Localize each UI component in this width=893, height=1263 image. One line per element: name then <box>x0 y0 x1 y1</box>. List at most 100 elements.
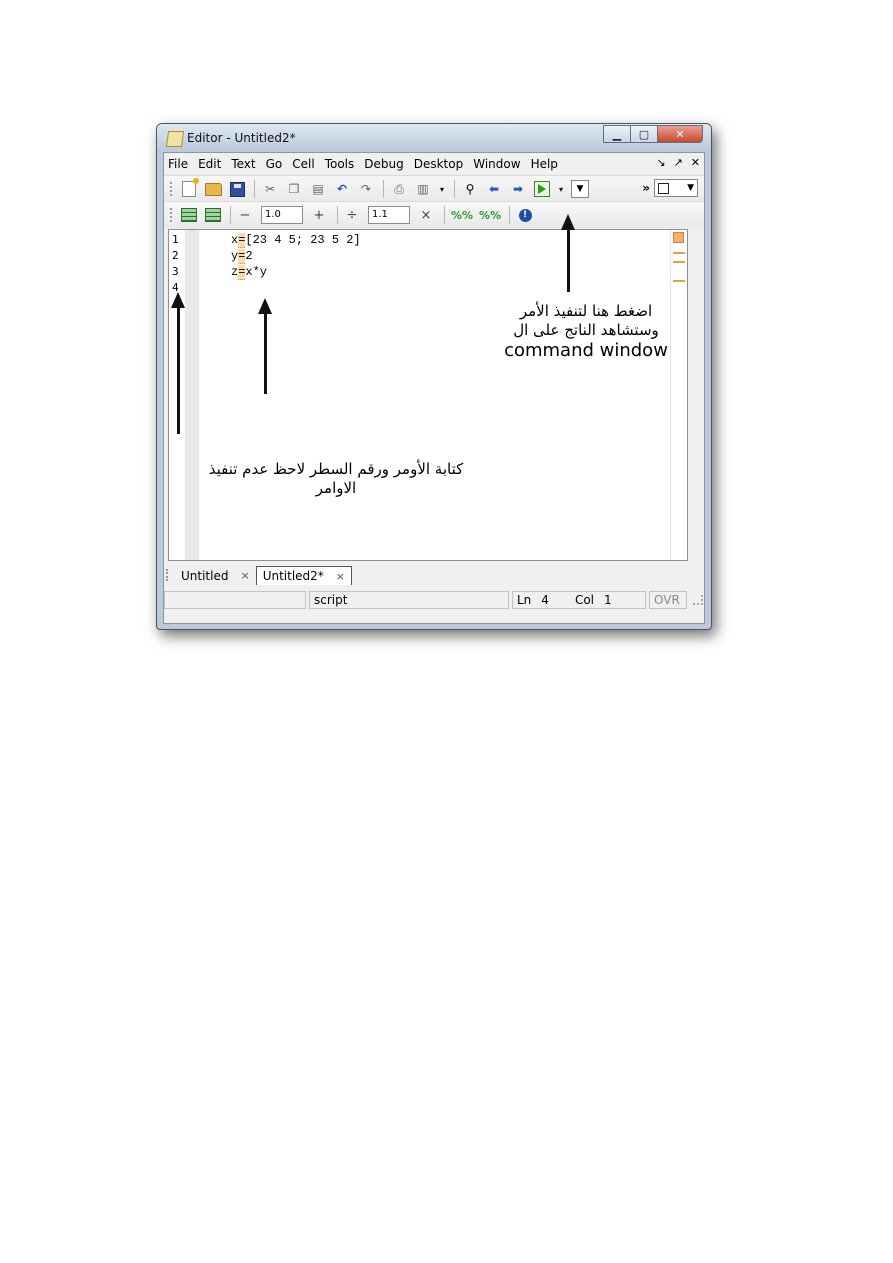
divide-button[interactable]: ÷ <box>344 208 360 223</box>
more-tools-icon[interactable]: » <box>642 181 650 195</box>
forward-icon[interactable]: ➡ <box>509 180 527 198</box>
write-note-line2: الاوامر <box>315 478 357 497</box>
decrement-button[interactable]: − <box>237 208 253 223</box>
code-line[interactable]: z=x*y <box>231 265 267 280</box>
toolbar-separator <box>454 180 455 198</box>
find-icon[interactable]: ⚲ <box>461 180 479 198</box>
run-annotation: اضغط هنا لتنفيذ الأمر وستشاهد الناتج على… <box>488 302 684 362</box>
insert-cell-icon[interactable] <box>180 206 198 224</box>
status-bar: script Ln 4 Col 1 OVR <box>164 589 704 611</box>
close-button[interactable]: ✕ <box>657 125 703 143</box>
toolbar-separator <box>337 206 338 224</box>
col-value: 1 <box>604 593 612 607</box>
col-label: Col <box>574 593 594 607</box>
toolbar-separator <box>509 206 511 224</box>
write-note-line1: كتابة الأومر ورقم السطر لاحظ عدم تنفيذ <box>208 460 464 478</box>
undo-icon[interactable]: ↶ <box>333 180 351 198</box>
arrow-to-line-numbers <box>171 292 185 434</box>
menu-desktop[interactable]: Desktop <box>414 157 464 171</box>
menu-go[interactable]: Go <box>266 157 283 171</box>
minimize-button[interactable]: ▁ <box>603 125 631 143</box>
main-toolbar: ✂ ❐ ▤ ↶ ↷ ⎙ ▥ ▾ ⚲ ⬅ ➡ ▾ ▼ » ▼ <box>164 175 704 202</box>
editor-frame: File Edit Text Go Cell Tools Debug Deskt… <box>163 152 705 624</box>
evaluate-advance-icon[interactable]: %% <box>479 209 501 222</box>
warning-marker[interactable] <box>673 252 685 254</box>
open-folder-icon[interactable] <box>204 180 222 198</box>
toolbar-separator <box>383 180 384 198</box>
arrow-to-code <box>258 298 272 394</box>
code-line[interactable]: y=2 <box>231 249 253 264</box>
warning-marker[interactable] <box>673 261 685 263</box>
chevron-down-icon: ▼ <box>687 183 694 193</box>
save-icon[interactable] <box>228 180 246 198</box>
toolbar-grip[interactable] <box>170 182 175 196</box>
editor-app-icon <box>165 131 185 147</box>
multiply-button[interactable]: × <box>418 208 434 223</box>
toolbar-grip[interactable] <box>170 208 175 222</box>
stack-dropdown[interactable]: ▼ <box>571 180 589 198</box>
close-tab-icon[interactable]: × <box>240 569 249 582</box>
editor-window: Editor - Untitled2* ▁ ▢ ✕ File Edit Text… <box>156 123 712 630</box>
tab-untitled2[interactable]: Untitled2* × <box>255 566 353 585</box>
message-bar[interactable] <box>670 230 687 560</box>
copy-icon[interactable]: ❐ <box>285 180 303 198</box>
paste-icon[interactable]: ▤ <box>309 180 327 198</box>
window-title: Editor - Untitled2* <box>187 131 296 145</box>
status-mode: script <box>309 591 509 609</box>
resize-grip[interactable] <box>693 595 703 605</box>
menu-edit[interactable]: Edit <box>198 157 221 171</box>
toolbar-separator <box>254 180 255 198</box>
undock-icon[interactable]: ↗ <box>674 156 683 169</box>
run-note-line3: command window <box>504 339 668 361</box>
publish-icon[interactable]: ▥ <box>414 180 432 198</box>
increment-button[interactable]: + <box>311 208 327 223</box>
line-number: 3 <box>172 265 179 278</box>
menu-window[interactable]: Window <box>473 157 520 171</box>
warning-indicator-icon[interactable] <box>673 232 684 243</box>
status-position: Ln 4 Col 1 <box>512 591 646 609</box>
warning-marker[interactable] <box>673 280 685 282</box>
toolbar-separator <box>444 206 445 224</box>
ln-value: 4 <box>541 593 549 607</box>
chevron-down-icon[interactable]: ▾ <box>557 180 565 198</box>
increment-value-field[interactable]: 1.0 <box>261 206 303 224</box>
back-icon[interactable]: ⬅ <box>485 180 503 198</box>
menu-debug[interactable]: Debug <box>364 157 403 171</box>
title-bar[interactable]: Editor - Untitled2* ▁ ▢ ✕ <box>157 124 711 152</box>
tabs-grip[interactable] <box>166 569 171 581</box>
toolbar-separator <box>230 206 231 224</box>
cell-divider-icon[interactable] <box>204 206 222 224</box>
code-folding-column[interactable] <box>185 230 199 560</box>
close-doc-icon[interactable]: ✕ <box>691 156 700 169</box>
code-editor[interactable]: 1 2 3 4 x=[23 4 5; 23 5 2] y=2 z=x*y <box>168 229 688 561</box>
cut-icon[interactable]: ✂ <box>261 180 279 198</box>
run-icon[interactable] <box>533 180 551 198</box>
maximize-button[interactable]: ▢ <box>630 125 658 143</box>
info-icon[interactable]: ! <box>516 206 534 224</box>
menu-help[interactable]: Help <box>531 157 558 171</box>
write-annotation: كتابة الأومر ورقم السطر لاحظ عدم تنفيذ ا… <box>186 460 486 498</box>
new-file-icon[interactable] <box>180 178 199 198</box>
tab-untitled[interactable]: Untitled × <box>175 566 256 585</box>
print-icon[interactable]: ⎙ <box>390 180 408 198</box>
line-number: 2 <box>172 249 179 262</box>
square-icon <box>658 182 669 194</box>
ln-label: Ln <box>517 593 532 607</box>
status-ovr: OVR <box>649 591 687 609</box>
dock-icon[interactable]: ↘ <box>656 156 665 169</box>
run-note-line2: وستشاهد الناتج على ال <box>513 320 659 339</box>
evaluate-cell-icon[interactable]: %% <box>451 209 473 222</box>
redo-icon[interactable]: ↷ <box>357 180 375 198</box>
menu-tools[interactable]: Tools <box>325 157 355 171</box>
menu-file[interactable]: File <box>168 157 188 171</box>
chevron-down-icon[interactable]: ▾ <box>438 180 446 198</box>
layout-combo[interactable]: ▼ <box>654 179 698 197</box>
line-number: 1 <box>172 233 179 246</box>
close-tab-icon[interactable]: × <box>336 570 345 583</box>
menu-text[interactable]: Text <box>231 157 255 171</box>
menu-cell[interactable]: Cell <box>292 157 314 171</box>
status-blank <box>164 591 306 609</box>
code-line[interactable]: x=[23 4 5; 23 5 2] <box>231 233 361 248</box>
arrow-to-run <box>561 214 575 292</box>
multiply-value-field[interactable]: 1.1 <box>368 206 410 224</box>
